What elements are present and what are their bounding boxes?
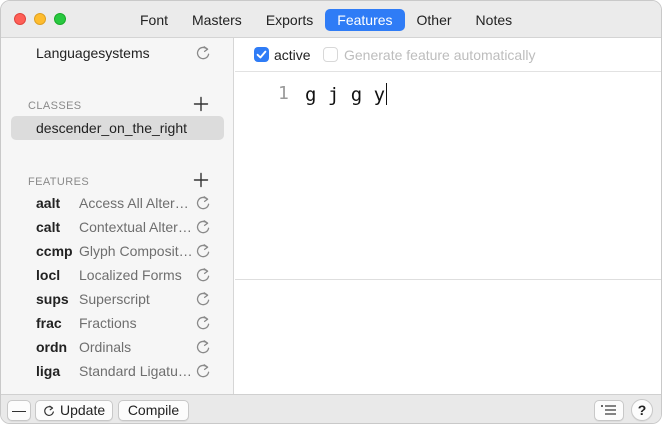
- tab-font[interactable]: Font: [128, 9, 180, 31]
- feature-tag: ordn: [36, 339, 68, 355]
- code-text: g j g y: [305, 84, 386, 106]
- sidebar-item-feature-ccmp[interactable]: ccmp Glyph Composition/Decomposition: [1, 239, 234, 263]
- active-checkbox[interactable]: [254, 47, 269, 62]
- title-bar: Font Masters Exports Features Other Note…: [1, 1, 661, 38]
- feature-name: Localized Forms: [79, 267, 182, 283]
- feature-name: Fractions: [79, 315, 137, 331]
- feature-name: Standard Ligatures: [79, 363, 194, 379]
- sidebar-item-feature-aalt[interactable]: aalt Access All Alternates: [1, 191, 234, 215]
- list-icon: [601, 405, 616, 415]
- refresh-icon[interactable]: [194, 338, 212, 356]
- tab-bar: Font Masters Exports Features Other Note…: [128, 9, 524, 31]
- refresh-icon[interactable]: [194, 242, 212, 260]
- sidebar-item-class-selected[interactable]: descender_on_the_right: [11, 116, 224, 140]
- classes-section-title: CLASSES: [28, 100, 82, 112]
- feature-editor: active Generate feature automatically 1 …: [235, 38, 661, 394]
- feature-options-bar: active Generate feature automatically: [235, 38, 661, 72]
- sidebar-item-feature-locl[interactable]: locl Localized Forms: [1, 263, 234, 287]
- active-label[interactable]: active: [274, 47, 311, 63]
- sidebar-item-languagesystems[interactable]: Languagesystems: [1, 41, 234, 65]
- feature-name: Contextual Alternates: [79, 219, 194, 235]
- list-view-button[interactable]: [594, 400, 624, 421]
- remove-button[interactable]: —: [7, 400, 31, 421]
- feature-tag: sups: [36, 291, 69, 307]
- tab-notes[interactable]: Notes: [464, 9, 525, 31]
- line-number: 1: [278, 83, 289, 104]
- feature-tag: locl: [36, 267, 61, 283]
- feature-tag: liga: [36, 363, 61, 379]
- refresh-icon: [44, 405, 54, 416]
- refresh-icon[interactable]: [194, 362, 212, 380]
- code-line[interactable]: g j g y: [305, 83, 388, 106]
- minimize-window-button[interactable]: [34, 13, 46, 25]
- add-feature-plus-icon[interactable]: [193, 172, 209, 188]
- features-section-title: FEATURES: [28, 176, 90, 188]
- tab-exports[interactable]: Exports: [254, 9, 325, 31]
- code-editor[interactable]: 1 g j g y: [235, 73, 661, 279]
- feature-tag: ccmp: [36, 243, 73, 259]
- refresh-icon[interactable]: [194, 290, 212, 308]
- refresh-icon[interactable]: [194, 194, 212, 212]
- sidebar-item-feature-frac[interactable]: frac Fractions: [1, 311, 234, 335]
- sidebar-item-feature-liga[interactable]: liga Standard Ligatures: [1, 359, 234, 383]
- refresh-icon[interactable]: [194, 44, 212, 62]
- feature-name: Access All Alternates: [79, 195, 194, 211]
- compile-button[interactable]: Compile: [118, 400, 189, 421]
- sidebar-item-feature-sups[interactable]: sups Superscript: [1, 287, 234, 311]
- close-window-button[interactable]: [14, 13, 26, 25]
- notes-pane[interactable]: [235, 279, 661, 394]
- generate-automatically-label[interactable]: Generate feature automatically: [344, 47, 535, 63]
- text-caret: [386, 83, 388, 105]
- tab-features[interactable]: Features: [325, 9, 405, 31]
- tab-other[interactable]: Other: [405, 9, 464, 31]
- feature-tag: frac: [36, 315, 62, 331]
- sidebar-item-feature-calt[interactable]: calt Contextual Alternates: [1, 215, 234, 239]
- class-name: descender_on_the_right: [36, 120, 188, 136]
- refresh-icon[interactable]: [194, 218, 212, 236]
- font-info-window: Font Masters Exports Features Other Note…: [0, 0, 662, 424]
- bottom-bar: — Update Compile ?: [1, 394, 661, 423]
- feature-tag: calt: [36, 219, 61, 235]
- update-label: Update: [60, 402, 106, 418]
- sidebar: Languagesystems CLASSES descender_on_the…: [1, 38, 234, 394]
- refresh-icon[interactable]: [194, 314, 212, 332]
- zoom-window-button[interactable]: [54, 13, 66, 25]
- tab-masters[interactable]: Masters: [180, 9, 254, 31]
- feature-tag: aalt: [36, 195, 61, 211]
- feature-name: Ordinals: [79, 339, 132, 355]
- generate-automatically-checkbox[interactable]: [323, 47, 338, 62]
- help-button[interactable]: ?: [631, 399, 653, 421]
- update-button[interactable]: Update: [35, 400, 113, 421]
- sidebar-item-feature-ordn[interactable]: ordn Ordinals: [1, 335, 234, 359]
- refresh-icon[interactable]: [194, 266, 212, 284]
- add-class-plus-icon[interactable]: [193, 96, 209, 112]
- feature-name: Glyph Composition/Decomposition: [79, 243, 194, 259]
- checkmark-icon: [256, 50, 267, 59]
- sidebar-item-label: Languagesystems: [36, 45, 150, 61]
- feature-name: Superscript: [79, 291, 150, 307]
